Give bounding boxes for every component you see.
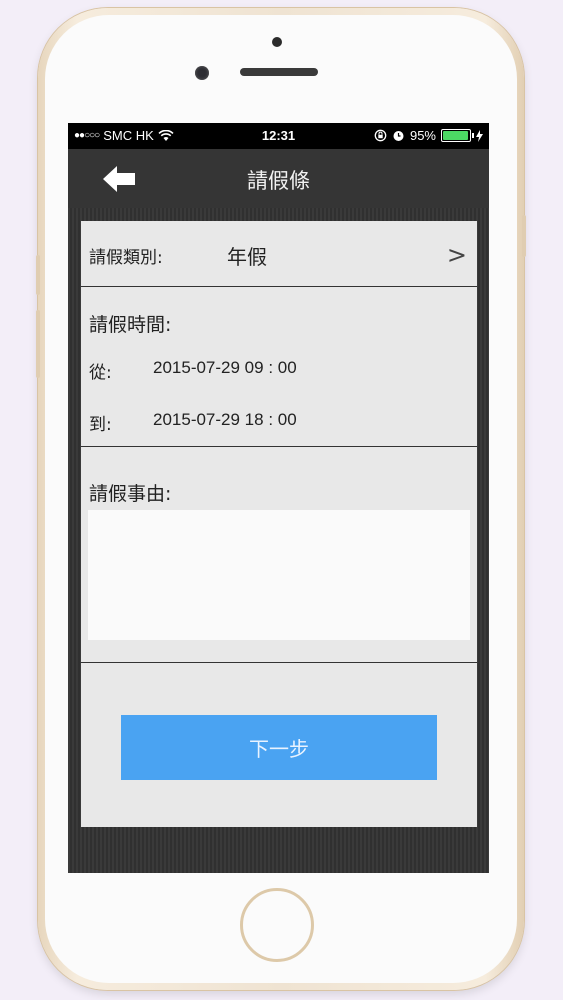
from-datetime[interactable]: 2015-07-29 09 : 00 (153, 358, 297, 378)
leave-type-value: 年假 (227, 245, 267, 269)
to-label: 到: (89, 415, 112, 435)
status-right: 95% (374, 128, 483, 143)
rotation-lock-icon (374, 129, 387, 142)
leave-form: 請假類別: 年假 > 請假時間: 從: 2015-07-29 09 : 00 到… (81, 221, 477, 827)
chevron-right-icon[interactable]: > (447, 241, 467, 269)
battery-fill (443, 131, 468, 140)
status-bar: ●●○○○ SMC HK 12:31 95% (68, 123, 489, 149)
page-title: 請假條 (247, 169, 310, 193)
leave-reason-input[interactable] (88, 510, 470, 640)
battery-tip (472, 133, 474, 138)
nav-bar: 請假條 (68, 149, 489, 208)
power-button (522, 215, 526, 257)
phone-screen: ●●○○○ SMC HK 12:31 95% 請假條 請假類別: 年假 > 請假… (68, 123, 489, 873)
leave-time-heading: 請假時間: (89, 314, 172, 336)
next-step-button[interactable]: 下一步 (121, 715, 437, 780)
leave-type-label: 請假類別: (89, 248, 163, 268)
charging-bolt-icon (476, 129, 483, 142)
front-camera (272, 37, 282, 47)
to-datetime[interactable]: 2015-07-29 18 : 00 (153, 410, 297, 430)
from-label: 從: (89, 363, 112, 383)
battery-percent: 95% (409, 128, 436, 143)
leave-type-row[interactable]: 請假類別: 年假 > (81, 221, 477, 287)
home-button[interactable] (240, 888, 314, 962)
earpiece-speaker (240, 68, 318, 76)
alarm-icon (393, 131, 404, 141)
battery-icon (441, 129, 474, 142)
leave-time-section: 請假時間: 從: 2015-07-29 09 : 00 到: 2015-07-2… (81, 287, 477, 447)
volume-buttons (36, 310, 40, 378)
leave-reason-section: 請假事由: (81, 447, 477, 663)
leave-reason-heading: 請假事由: (89, 483, 172, 505)
mute-switch (36, 255, 40, 295)
proximity-sensor (195, 66, 209, 80)
